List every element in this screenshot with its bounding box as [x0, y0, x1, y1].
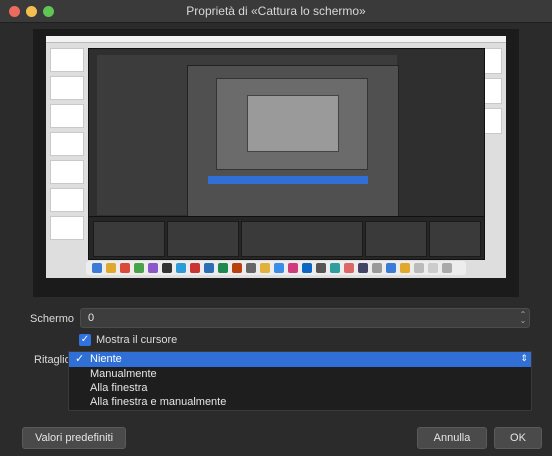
- cursor-checkbox[interactable]: ✓: [79, 334, 91, 346]
- screen-label: Schermo: [30, 313, 75, 325]
- crop-label: Ritaglio: [34, 354, 71, 366]
- chevron-updown-icon: ⇕: [520, 353, 528, 363]
- screen-value: 0: [88, 312, 95, 324]
- preview-menubar: [46, 36, 506, 43]
- crop-option-to-window[interactable]: Alla finestra: [69, 381, 531, 396]
- screen-field[interactable]: 0 ⌃ ⌄: [80, 308, 530, 328]
- checkmark-icon: ✓: [75, 353, 85, 365]
- crop-dropdown-menu: ✓ Niente ⇕ Manualmente Alla finestra All…: [68, 351, 532, 411]
- preview-dock: [86, 261, 466, 275]
- preview-finder-thumbnails: [50, 48, 84, 258]
- crop-option-none[interactable]: ✓ Niente ⇕: [69, 352, 531, 367]
- window-title: Proprietà di «Cattura lo schermo»: [186, 4, 366, 18]
- crop-option-to-window-and-manual[interactable]: Alla finestra e manualmente: [69, 395, 531, 410]
- ok-button[interactable]: OK: [494, 427, 542, 449]
- cursor-checkbox-label: Mostra il cursore: [96, 334, 178, 346]
- cancel-button[interactable]: Annulla: [417, 427, 487, 449]
- defaults-button[interactable]: Valori predefiniti: [22, 427, 126, 449]
- preview-obs-window: [88, 48, 485, 260]
- capture-preview-image: [46, 36, 506, 278]
- crop-option-manual[interactable]: Manualmente: [69, 367, 531, 382]
- screen-stepper-icon[interactable]: ⌃ ⌄: [519, 311, 527, 325]
- title-bar: Proprietà di «Cattura lo schermo»: [0, 0, 552, 23]
